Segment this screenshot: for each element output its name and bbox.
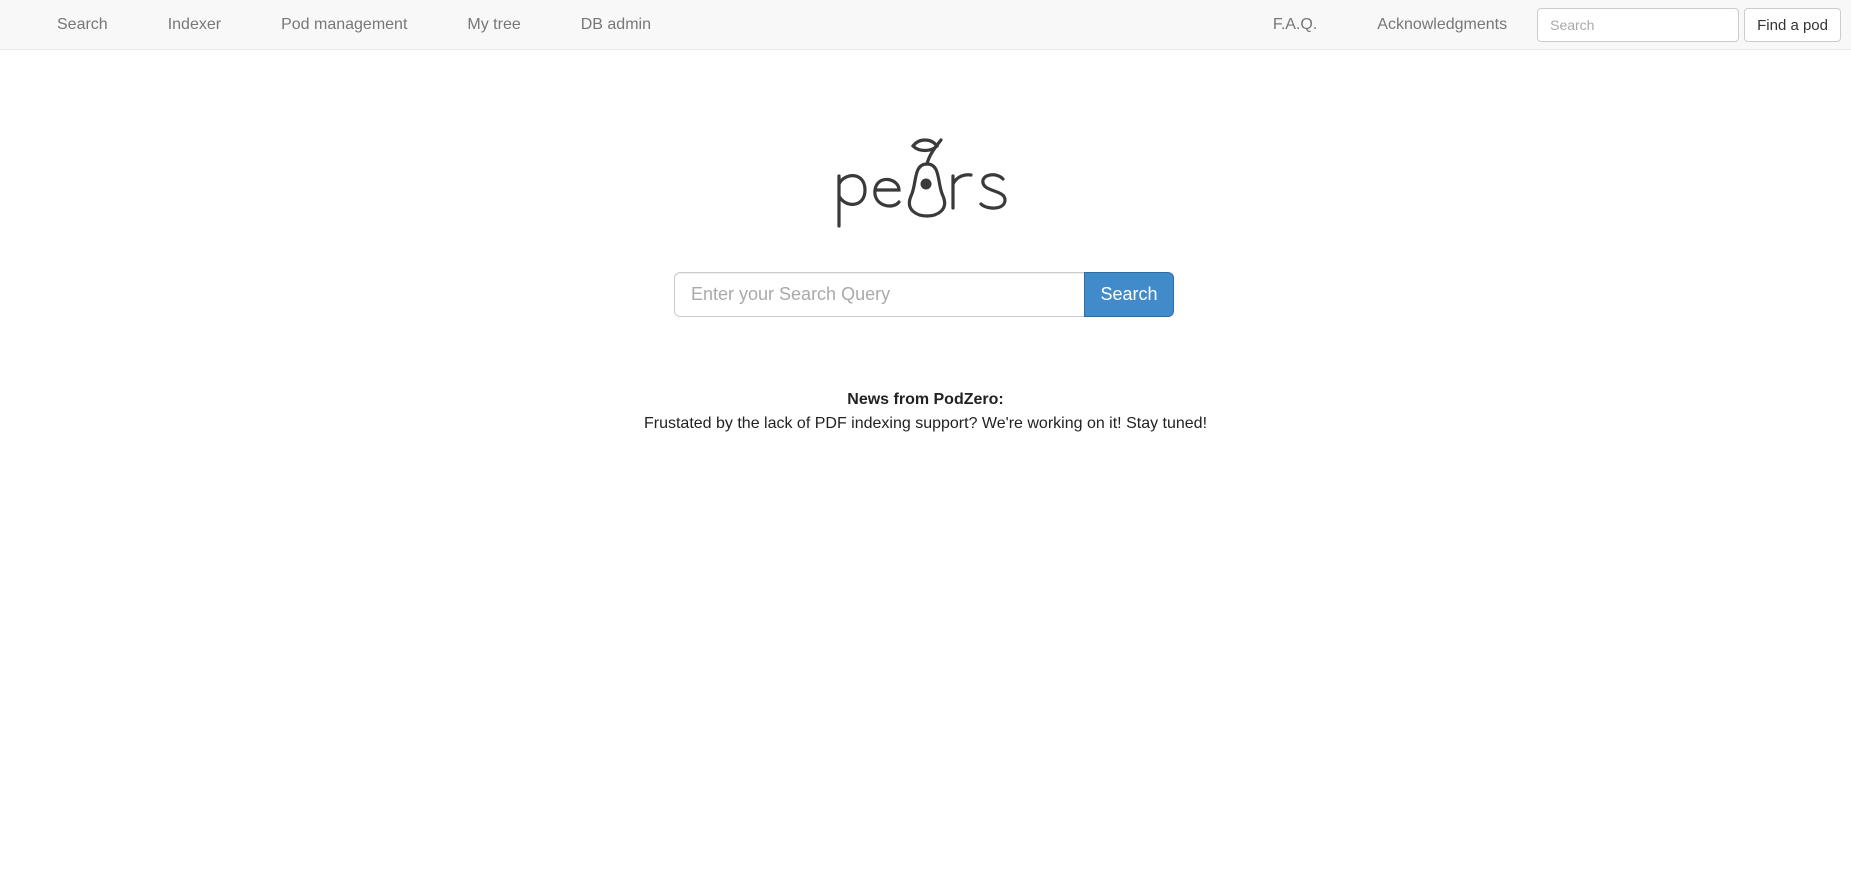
search-query-input[interactable]: [674, 272, 1084, 317]
news-body: Frustated by the lack of PDF indexing su…: [643, 415, 1208, 432]
pears-logo: [835, 134, 1015, 230]
top-navbar: Search Indexer Pod management My tree DB…: [0, 0, 1851, 50]
nav-search-link[interactable]: Search: [27, 0, 138, 50]
search-button[interactable]: Search: [1084, 272, 1174, 317]
nav-acknowledgments-link[interactable]: Acknowledgments: [1347, 0, 1537, 50]
pear-icon: [837, 138, 1007, 228]
news-section: News from PodZero: Frustated by the lack…: [0, 388, 1851, 436]
main-search-group: Search: [674, 272, 1174, 317]
nav-pod-management-link[interactable]: Pod management: [251, 0, 437, 50]
nav-my-tree-link[interactable]: My tree: [437, 0, 550, 50]
nav-faq-link[interactable]: F.A.Q.: [1243, 0, 1347, 50]
news-title: News from PodZero:: [847, 391, 1004, 408]
nav-left-group: Search Indexer Pod management My tree DB…: [27, 0, 681, 50]
nav-right-group: F.A.Q. Acknowledgments Find a pod: [1243, 0, 1851, 50]
nav-db-admin-link[interactable]: DB admin: [551, 0, 681, 50]
find-pod-button[interactable]: Find a pod: [1744, 8, 1841, 42]
pod-search-input[interactable]: [1537, 8, 1740, 42]
nav-indexer-link[interactable]: Indexer: [138, 0, 251, 50]
